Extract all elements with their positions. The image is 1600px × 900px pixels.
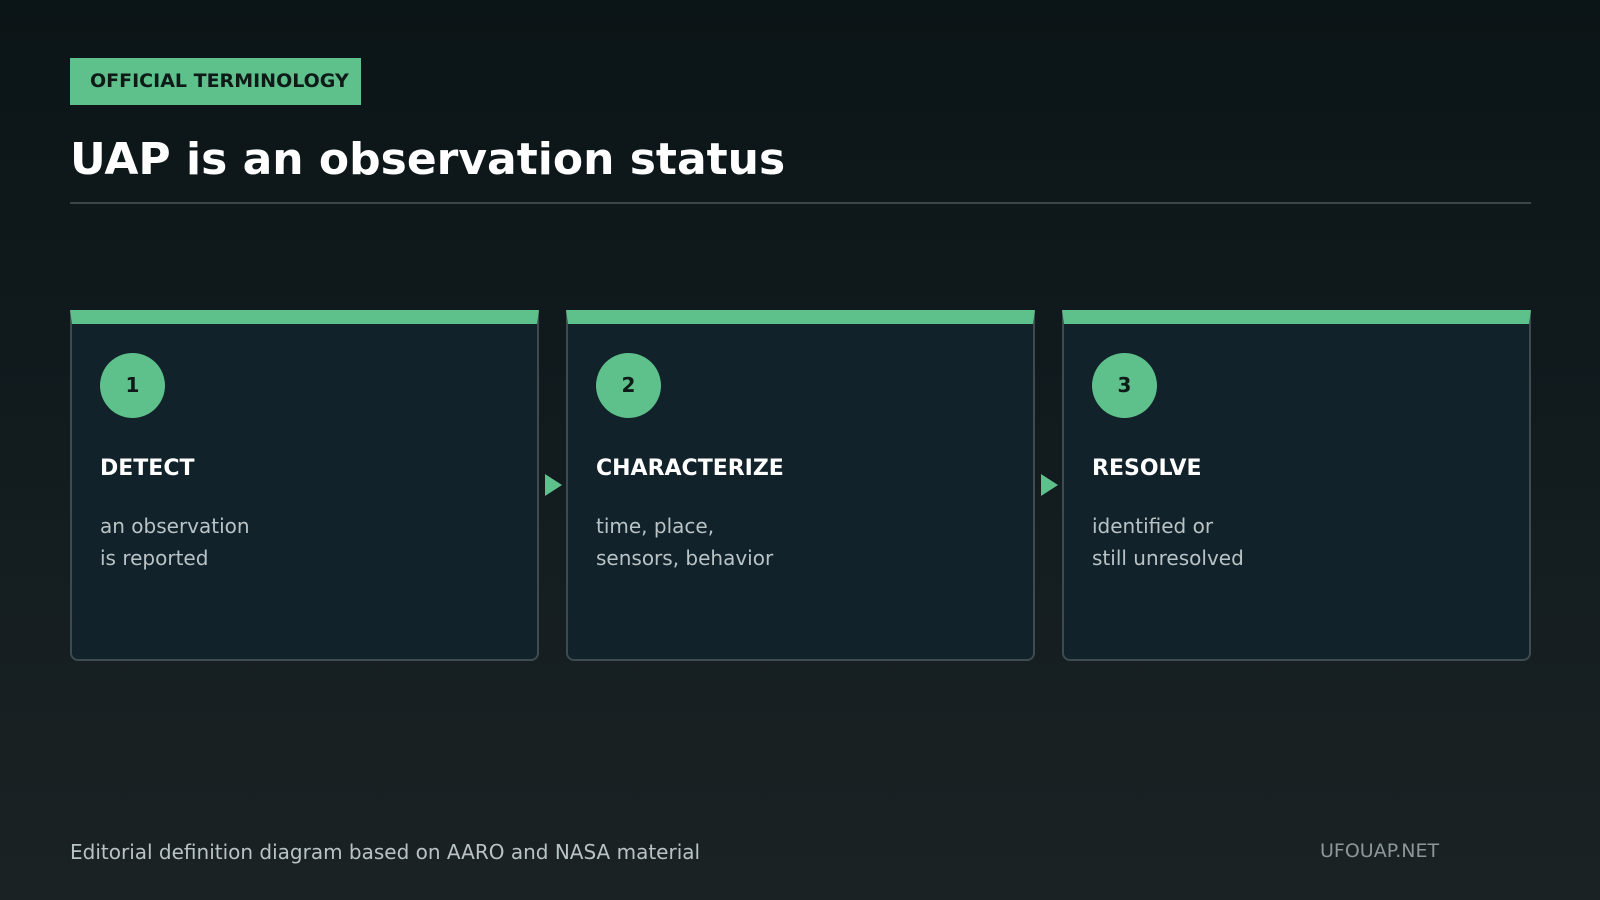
step-description-line: time, place, [596,514,715,538]
page-title: UAP is an observation status [70,134,786,185]
title-divider [70,202,1531,204]
step-card-resolve: 3 RESOLVE identified or still unresolved [1062,310,1531,661]
step-number-badge: 1 [100,353,165,418]
brand-label: UFOUAP.NET [1320,840,1440,862]
arrow-right-icon [545,474,562,496]
step-description-line: an observation [100,514,250,538]
arrow-right-icon [1041,474,1058,496]
step-number-badge: 3 [1092,353,1157,418]
step-description-line: sensors, behavior [596,546,774,570]
terminology-badge: OFFICIAL TERMINOLOGY [70,58,361,105]
step-title: CHARACTERIZE [596,456,784,481]
step-title: DETECT [100,456,195,481]
step-description-line: is reported [100,546,209,570]
step-description: time, place, sensors, behavior [596,510,773,574]
step-card-detect: 1 DETECT an observation is reported [70,310,539,661]
step-description-line: still unresolved [1092,546,1244,570]
step-card-characterize: 2 CHARACTERIZE time, place, sensors, beh… [566,310,1035,661]
step-description: identified or still unresolved [1092,510,1244,574]
step-number-badge: 2 [596,353,661,418]
step-description-line: identified or [1092,514,1214,538]
step-description: an observation is reported [100,510,250,574]
step-title: RESOLVE [1092,456,1202,481]
source-note: Editorial definition diagram based on AA… [70,840,701,864]
